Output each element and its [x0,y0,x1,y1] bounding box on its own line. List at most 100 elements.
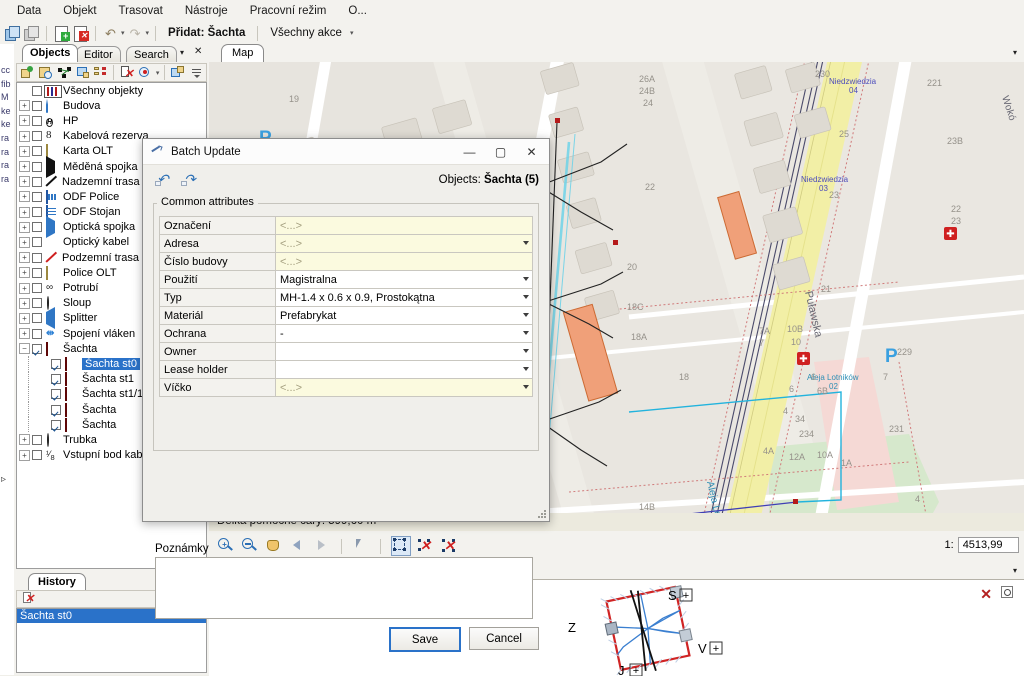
attr-value-lease-holder[interactable] [275,360,533,379]
close-button[interactable]: ✕ [516,140,547,164]
clear-selection-icon[interactable]: ✕ [119,65,134,81]
expander-icon[interactable]: + [19,145,30,157]
refresh-tree-icon[interactable] [170,65,185,81]
checkbox[interactable] [51,374,61,385]
tab-search[interactable]: Search [126,46,177,62]
checkbox[interactable] [32,115,42,126]
expander-icon[interactable]: + [19,282,30,294]
tree-item-hp[interactable]: + H HP [17,113,206,128]
chevron-down-icon[interactable] [523,295,529,299]
attr-value-owner[interactable] [275,342,533,361]
paste-icon[interactable] [23,25,40,42]
stub-arrow-icon[interactable]: ▹ [1,474,6,485]
tab-objects[interactable]: Objects [22,44,79,62]
checkbox[interactable] [51,419,61,430]
deselect-icon[interactable]: ✕ [417,537,435,555]
cancel-button[interactable]: Cancel [469,627,539,650]
pointer-icon[interactable] [352,537,370,555]
expander-icon[interactable]: + [19,297,30,309]
expander-icon[interactable]: + [19,115,30,127]
map-scale-control[interactable]: 1: 4513,99 ⌄ [945,537,1020,553]
attr-value-vicko[interactable]: <...> [275,378,533,397]
menu-item-trasovat[interactable]: Trasovat [108,2,174,20]
back-icon[interactable] [289,537,307,555]
checkbox[interactable] [32,450,42,461]
expander-icon[interactable]: + [19,267,30,279]
revert-field-icon[interactable]: ↷ [181,172,199,188]
delete-object-icon[interactable]: ✕ [72,25,89,42]
expander-icon[interactable]: + [19,161,30,173]
chevron-down-icon[interactable] [523,349,529,353]
object-history-icon[interactable] [38,65,53,81]
expander-icon[interactable]: + [19,221,30,233]
collapsed-left-panel[interactable]: cc fib M ke ke ra ra ra ra ▹ [0,44,15,675]
checkbox[interactable] [32,146,42,157]
select-all-icon[interactable] [391,536,411,556]
chevron-down-icon[interactable] [523,277,529,281]
structure-menu-caret-icon[interactable]: ▾ [1013,566,1017,575]
attr-value-ochrana[interactable]: - [275,324,533,343]
tab-menu-caret-icon[interactable]: ▾ [180,48,184,57]
menu-item-pracovni-rezim[interactable]: Pracovní režim [239,2,338,20]
expander-icon[interactable]: + [19,206,30,218]
redo-icon[interactable]: ↷ [127,25,144,42]
checkbox[interactable] [32,207,42,218]
checkbox[interactable] [32,85,42,96]
pan-hand-icon[interactable] [265,537,283,555]
expander-icon[interactable]: + [19,328,30,340]
undo-all-icon[interactable]: ↶ [155,172,173,188]
attr-value-adresa[interactable]: <...> [275,234,533,253]
zoom-out-icon[interactable] [241,537,259,555]
expander-icon[interactable]: + [19,176,30,188]
menu-item-data[interactable]: Data [6,2,52,20]
checkbox[interactable] [32,176,42,187]
menu-item-o[interactable]: O... [337,2,378,20]
redo-dropdown-caret-icon[interactable]: ▾ [146,29,150,37]
undo-dropdown-caret-icon[interactable]: ▾ [121,29,125,37]
chevron-down-icon[interactable] [523,241,529,245]
expander-icon[interactable]: + [19,252,30,264]
menu-item-nastroje[interactable]: Nástroje [174,2,239,20]
checkbox[interactable] [32,267,42,278]
checkbox[interactable] [32,434,42,445]
chevron-down-icon[interactable] [523,313,529,317]
chevron-down-icon[interactable] [523,385,529,389]
select-graph-icon[interactable] [57,65,72,81]
attr-value-typ[interactable]: MH-1.4 x 0.6 x 0.9, Prostokątna [275,288,533,307]
checkbox[interactable] [32,252,42,263]
copy-icon[interactable] [4,25,21,42]
checkbox[interactable] [51,404,61,415]
chevron-down-icon[interactable] [523,331,529,335]
attr-value-oznaceni[interactable]: <...> [275,216,533,235]
invert-selection-icon[interactable]: ✕ [441,537,459,555]
checkbox[interactable] [32,298,42,309]
expander-icon[interactable]: + [19,434,30,446]
checkbox[interactable] [32,191,42,202]
expander-icon[interactable]: + [19,100,30,112]
attributes-table[interactable]: Označení <...> Adresa <...> Číslo budovy [159,216,533,397]
tree-item-budova[interactable]: + Budova [17,98,206,113]
zoom-in-icon[interactable]: + [217,537,235,555]
new-object-icon[interactable] [20,65,35,81]
checkbox[interactable] [32,131,42,142]
save-button[interactable]: Save [389,627,461,652]
expander-icon[interactable]: + [19,236,30,248]
forward-icon[interactable] [313,537,331,555]
map-menu-caret-icon[interactable]: ▾ [1013,48,1017,57]
all-actions-caret-icon[interactable]: ▾ [350,29,354,37]
expander-icon[interactable]: + [19,449,30,461]
checkbox[interactable] [32,161,42,172]
attr-value-pouziti[interactable]: Magistralna [275,270,533,289]
batch-update-dialog[interactable]: Batch Update — ▢ ✕ ↶ ↷ Objects: Šachta (… [142,138,550,652]
add-object-icon[interactable]: + [53,25,70,42]
group-objects-icon[interactable] [93,65,108,81]
notes-textarea[interactable] [155,557,533,619]
checkbox[interactable] [51,389,61,400]
manhole-structure-diagram[interactable]: S + Z V + J + [535,580,795,676]
zoom-to-object-icon[interactable] [138,65,153,81]
resize-grip-icon[interactable] [537,509,547,519]
attr-value-material[interactable]: Prefabrykat [275,306,533,325]
checkbox[interactable] [51,358,61,369]
undo-icon[interactable]: ↶ [102,25,119,42]
zoom-structure-icon[interactable] [1000,585,1016,601]
